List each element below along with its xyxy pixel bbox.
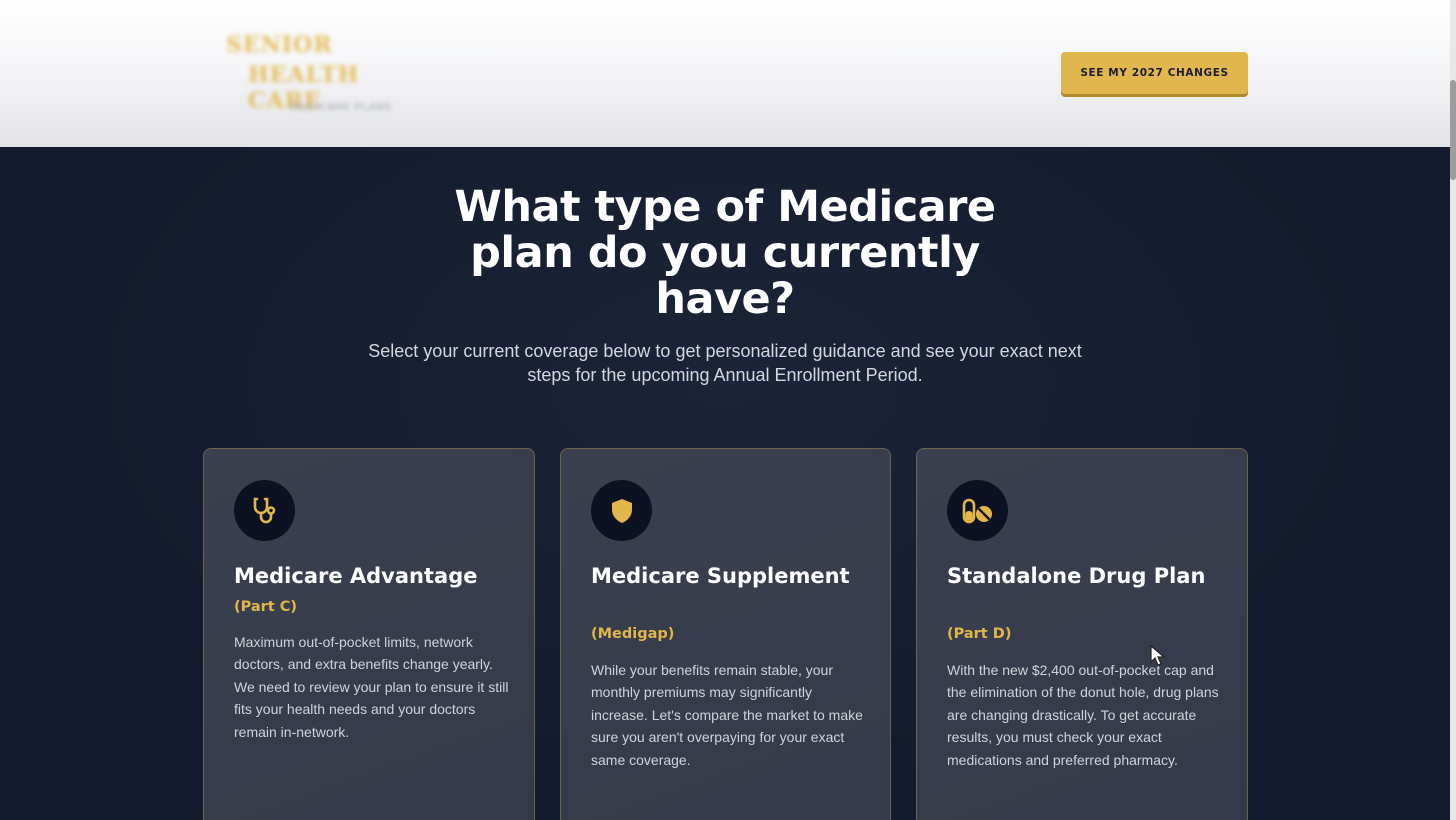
pills-icon bbox=[947, 480, 1008, 541]
plan-card-drug-plan[interactable]: Standalone Drug Plan (Part D) With the n… bbox=[916, 448, 1248, 820]
card-subtitle: (Part D) bbox=[947, 626, 1012, 642]
stethoscope-icon bbox=[234, 480, 295, 541]
logo-line-1: SENIOR bbox=[226, 32, 333, 58]
brand-logo[interactable]: SENIOR HEALTH CARE MEDICARE PLANS bbox=[218, 26, 418, 122]
card-title: Medicare Supplement bbox=[591, 564, 850, 588]
card-title: Medicare Advantage bbox=[234, 564, 478, 588]
card-description: With the new $2,400 out-of-pocket cap an… bbox=[947, 662, 1219, 768]
card-title: Standalone Drug Plan bbox=[947, 564, 1206, 588]
site-header: SENIOR HEALTH CARE MEDICARE PLANS SEE MY… bbox=[0, 0, 1450, 147]
plan-card-medicare-supplement[interactable]: Medicare Supplement (Medigap) While your… bbox=[560, 448, 891, 820]
logo-tagline: MEDICARE PLANS bbox=[290, 102, 393, 113]
card-subtitle: (Part C) bbox=[234, 599, 298, 615]
card-subtitle: (Medigap) bbox=[591, 626, 675, 642]
page-subtitle: Select your current coverage below to ge… bbox=[368, 341, 1082, 385]
card-description: Maximum out-of-pocket limits, network do… bbox=[234, 634, 509, 740]
scrollbar[interactable] bbox=[1450, 0, 1456, 820]
plan-card-medicare-advantage[interactable]: Medicare Advantage (Part C) Maximum out-… bbox=[203, 448, 535, 820]
page-title: What type of Medicare plan do you curren… bbox=[454, 182, 996, 324]
see-changes-button[interactable]: SEE MY 2027 CHANGES bbox=[1061, 52, 1248, 94]
card-description: While your benefits remain stable, your … bbox=[591, 662, 863, 768]
shield-icon bbox=[591, 480, 652, 541]
mouse-cursor-icon bbox=[1150, 645, 1166, 666]
scrollbar-thumb[interactable] bbox=[1450, 80, 1456, 180]
